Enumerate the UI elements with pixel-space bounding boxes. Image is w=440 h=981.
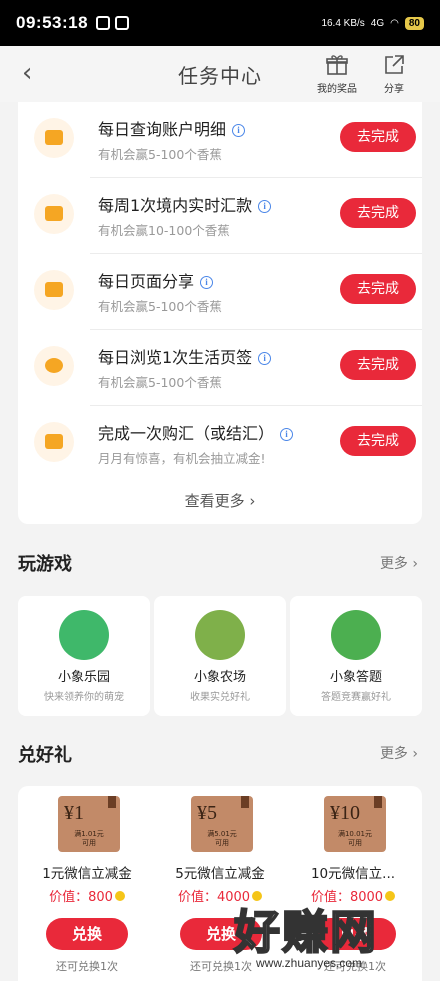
share-button[interactable]: 分享: [364, 54, 424, 95]
chevron-right-icon: ›: [412, 556, 418, 572]
gift-item[interactable]: ¥10 满10.01元 可用 10元微信立... 价值：8000: [290, 786, 416, 910]
games-more-link[interactable]: 更多 ›: [380, 553, 418, 573]
go-complete-button[interactable]: 去完成: [340, 122, 416, 152]
gift-item[interactable]: ¥1 满1.01元 可用 1元微信立减金 价值：800: [24, 786, 150, 910]
task-title: 每周1次境内实时汇款: [98, 196, 253, 215]
gifts-section-title: 兑好礼: [18, 745, 72, 766]
app-notification-icon: [115, 16, 130, 30]
task-item: 每周1次境内实时汇款 i 有机会赢10-100个香蕉 去完成: [18, 178, 422, 254]
coupon-amount: ¥5: [197, 802, 217, 824]
task-icon: [34, 270, 74, 310]
task-icon: [34, 422, 74, 462]
gift-item[interactable]: ¥5 满5.01元 可用 5元微信立减金 价值：4000: [157, 786, 283, 910]
task-title: 每日查询账户明细: [98, 120, 227, 139]
info-icon[interactable]: i: [200, 276, 214, 289]
share-label: 分享: [384, 84, 404, 95]
go-complete-button[interactable]: 去完成: [340, 274, 416, 304]
notification-icons: [96, 16, 130, 30]
status-right: 16.4 KB/s 4G ◠ 80: [321, 16, 424, 30]
watermark-url: www.zhuanyes.com: [256, 956, 363, 970]
coupon-amount: ¥10: [330, 802, 360, 824]
status-time: 09:53:18: [16, 13, 89, 32]
gift-name: 10元微信立...: [310, 866, 396, 882]
share-icon: [385, 55, 404, 74]
see-more-link[interactable]: 查看更多 ›: [18, 490, 422, 511]
chevron-right-icon: ›: [249, 492, 256, 510]
game-card[interactable]: 小象农场 收果实兑好礼: [154, 596, 286, 716]
task-title: 每日浏览1次生活页签: [98, 348, 253, 367]
task-subtitle: 有机会赢5-100个香蕉: [98, 375, 222, 390]
network-type: 4G: [370, 17, 385, 29]
coupon-icon: ¥1 满1.01元 可用: [58, 796, 120, 852]
task-item: 每日页面分享 i 有机会赢5-100个香蕉 去完成: [18, 254, 422, 330]
game-subtitle: 快来领养你的萌宠: [44, 692, 124, 703]
task-item: 完成一次购汇（或结汇） i 月月有惊喜，有机会抽立减金! 去完成: [18, 406, 422, 482]
go-complete-button[interactable]: 去完成: [340, 350, 416, 380]
task-list-card: 每日查询账户明细 i 有机会赢5-100个香蕉 去完成 每周1次境内实时汇款 i 有…: [18, 102, 422, 524]
go-complete-button[interactable]: 去完成: [340, 426, 416, 456]
see-more-label: 查看更多: [184, 492, 245, 510]
game-card[interactable]: 小象答题 答题竞赛赢好礼: [290, 596, 422, 716]
info-icon[interactable]: i: [258, 352, 272, 365]
coupon-icon: ¥5 满5.01元 可用: [191, 796, 253, 852]
status-bar: 09:53:18 16.4 KB/s 4G ◠ 80: [0, 0, 440, 46]
net-speed: 16.4 KB/s: [321, 17, 365, 29]
elephant-park-icon: [59, 610, 109, 660]
more-label: 更多: [379, 746, 408, 762]
gift-name: 5元微信立减金: [175, 866, 265, 882]
gift-value: 价值：800: [49, 890, 113, 905]
coupon-icon: ¥10 满10.01元 可用: [324, 796, 386, 852]
more-label: 更多: [379, 556, 408, 572]
gift-icon: [326, 55, 348, 75]
task-icon: [34, 346, 74, 386]
task-subtitle: 有机会赢10-100个香蕉: [98, 223, 230, 238]
nav-bar: ‹ 任务中心 我的奖品 分享: [0, 46, 440, 102]
watermark-text: 好赚网: [233, 904, 378, 960]
watermark: 好赚网 www.zhuanyes.com: [228, 896, 438, 981]
app-notification-icon: [96, 16, 111, 30]
task-subtitle: 有机会赢5-100个香蕉: [98, 147, 222, 162]
info-icon[interactable]: i: [232, 124, 246, 137]
my-prizes-label: 我的奖品: [317, 84, 357, 95]
task-item: 每日查询账户明细 i 有机会赢5-100个香蕉 去完成: [18, 102, 422, 178]
wifi-icon: ◠: [390, 17, 399, 29]
quiz-icon: [331, 610, 381, 660]
game-card[interactable]: 小象乐园 快来领养你的萌宠: [18, 596, 150, 716]
redeem-button[interactable]: 兑换: [46, 918, 128, 950]
game-subtitle: 收果实兑好礼: [190, 692, 250, 703]
coupon-condition: 满5.01元 可用: [207, 830, 237, 847]
task-item: 每日浏览1次生活页签 i 有机会赢5-100个香蕉 去完成: [18, 330, 422, 406]
task-title: 完成一次购汇（或结汇）: [98, 424, 275, 443]
gift-name: 1元微信立减金: [42, 866, 132, 882]
task-icon: [34, 118, 74, 158]
game-name: 小象乐园: [57, 670, 110, 685]
game-subtitle: 答题竞赛赢好礼: [321, 692, 391, 703]
gifts-more-link[interactable]: 更多 ›: [380, 743, 418, 763]
coupon-condition: 满1.01元 可用: [74, 830, 104, 847]
game-name: 小象农场: [193, 670, 246, 685]
farm-icon: [195, 610, 245, 660]
banana-icon: [114, 891, 125, 901]
coupon-amount: ¥1: [64, 802, 84, 824]
redeem-remaining: 还可兑换1次: [56, 960, 118, 973]
chevron-right-icon: ›: [412, 746, 418, 762]
info-icon[interactable]: i: [258, 200, 272, 213]
coupon-condition: 满10.01元 可用: [337, 830, 373, 847]
task-subtitle: 月月有惊喜，有机会抽立减金!: [98, 451, 266, 466]
games-section-title: 玩游戏: [18, 554, 72, 575]
task-icon: [34, 194, 74, 234]
my-prizes-button[interactable]: 我的奖品: [307, 54, 367, 95]
task-title: 每日页面分享: [98, 272, 195, 291]
game-name: 小象答题: [329, 670, 382, 685]
battery-icon: 80: [404, 16, 424, 30]
task-subtitle: 有机会赢5-100个香蕉: [98, 299, 222, 314]
info-icon[interactable]: i: [280, 428, 294, 441]
go-complete-button[interactable]: 去完成: [340, 198, 416, 228]
